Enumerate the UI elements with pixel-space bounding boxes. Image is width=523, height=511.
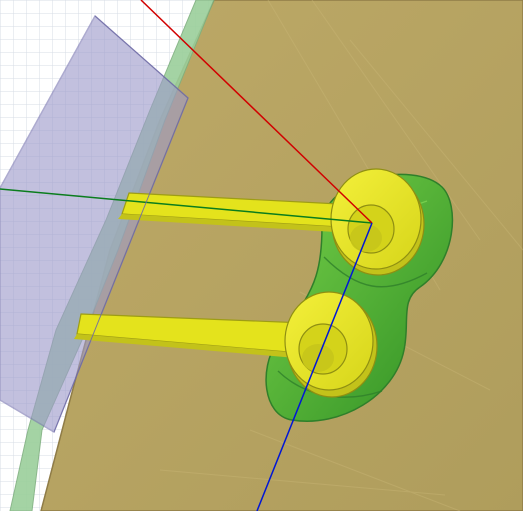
scene-canvas[interactable]	[0, 0, 523, 511]
3d-model-viewport[interactable]	[0, 0, 523, 511]
